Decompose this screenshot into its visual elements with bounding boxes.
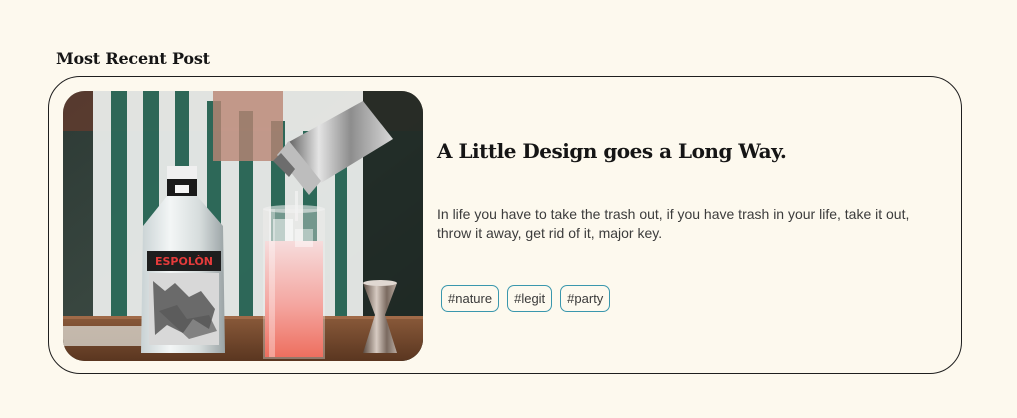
post-excerpt: In life you have to take the trash out, … [437,206,910,241]
post-image[interactable]: ESPOLÒN [63,91,423,361]
tag-party[interactable]: #party [560,285,611,312]
tag-legit[interactable]: #legit [507,285,553,312]
section-heading: Most Recent Post [56,49,210,68]
cocktail-glass [263,205,325,359]
post-title[interactable]: A Little Design goes a Long Way. [437,139,787,163]
tag-list: #nature #legit #party [441,285,611,312]
bottle-label: ESPOLÒN [155,255,213,268]
tag-nature[interactable]: #nature [441,285,500,312]
next-section-heading-cutoff [56,410,96,418]
recent-post-card[interactable]: ESPOLÒN A Little Design goes a Long Way.… [48,76,962,374]
